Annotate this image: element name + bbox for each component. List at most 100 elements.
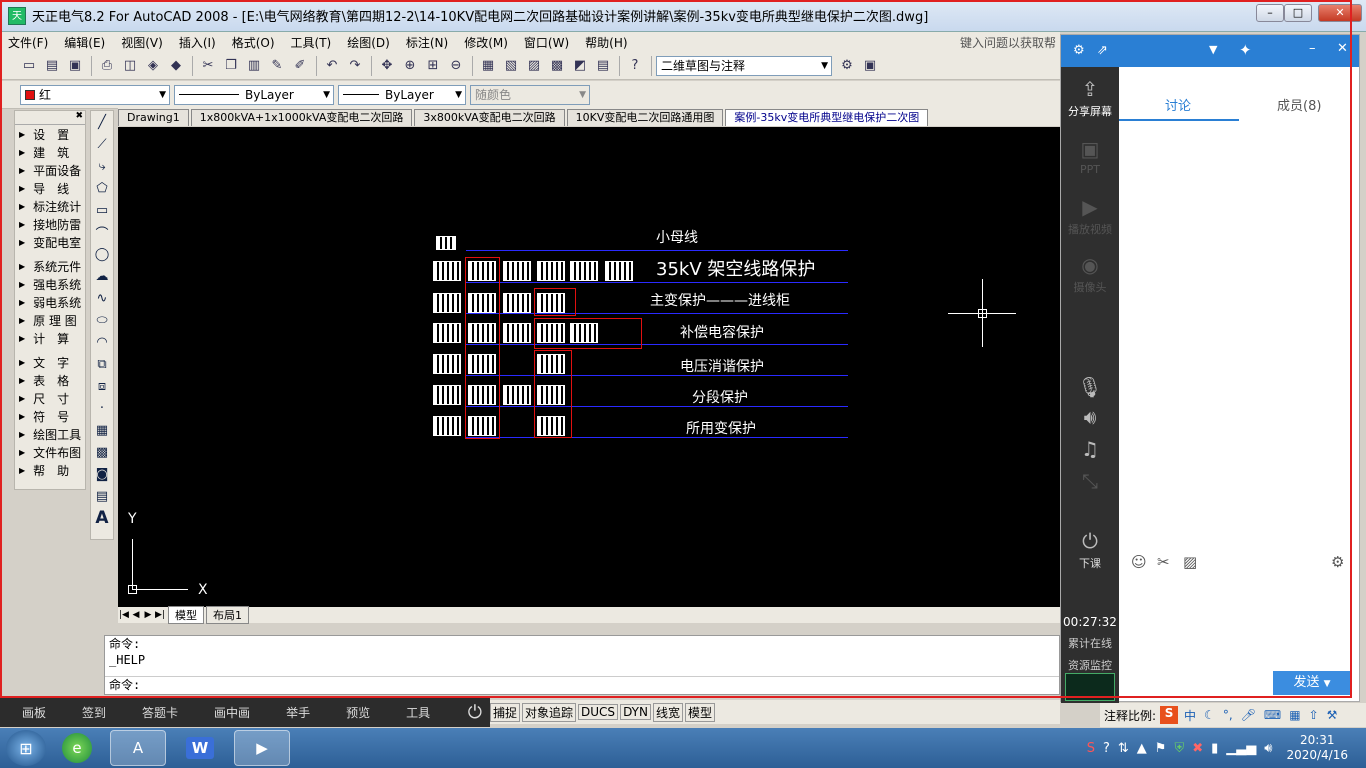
tarch-menu-item[interactable]: ▶ 帮 助: [15, 461, 85, 479]
zoom-window-icon[interactable]: ⊞: [422, 55, 444, 77]
drawing-thumbnail[interactable]: [433, 416, 461, 436]
show-hidden-icons[interactable]: ▲: [1137, 741, 1147, 756]
preview-button[interactable]: 预览: [346, 704, 370, 721]
help-search-input[interactable]: 键入问题以获取帮: [960, 34, 1060, 51]
3d-dwf-icon[interactable]: ◆: [165, 55, 187, 77]
menu-file[interactable]: 文件(F): [0, 34, 56, 51]
gradient-icon[interactable]: ▩: [92, 441, 112, 463]
match-properties-icon[interactable]: ✎: [266, 55, 288, 77]
send-button[interactable]: 发送 ▼: [1273, 671, 1351, 695]
tarch-menu-item[interactable]: ▶ 建 筑: [15, 143, 85, 161]
doc-tab-35kv-active[interactable]: 案例-35kv变电所典型继电保护二次图: [725, 109, 929, 126]
drawing-thumbnail[interactable]: [503, 385, 531, 405]
share-screen-button[interactable]: ⇪ 分享屏幕: [1061, 77, 1119, 119]
tarch-menu-item[interactable]: ▶ 表 格: [15, 371, 85, 389]
markup-icon[interactable]: ◩: [569, 55, 591, 77]
dyn-toggle[interactable]: DYN: [620, 704, 651, 720]
fullscreen-button[interactable]: ⤡: [1061, 469, 1119, 495]
zoom-previous-icon[interactable]: ⊖: [445, 55, 467, 77]
tarch-menu-item[interactable]: ▶ 强电系统: [15, 275, 85, 293]
block-editor-icon[interactable]: ✐: [289, 55, 311, 77]
menu-insert[interactable]: 插入(I): [171, 34, 224, 51]
point-icon[interactable]: ·: [92, 397, 112, 419]
tarch-menu-item[interactable]: ▶ 原 理 图: [15, 311, 85, 329]
dropdown-icon[interactable]: ▼: [1209, 43, 1217, 56]
doc-tab-10kv[interactable]: 10KV变配电二次回路通用图: [566, 109, 724, 126]
copy-icon[interactable]: ❐: [220, 55, 242, 77]
ie-browser-icon[interactable]: e: [62, 733, 92, 763]
classroom-taskbar-icon[interactable]: ▶: [234, 730, 290, 766]
emoji-icon[interactable]: ☺: [1131, 553, 1147, 571]
tab-layout1[interactable]: 布局1: [206, 606, 249, 624]
maximize-button[interactable]: □: [1284, 4, 1312, 22]
answer-card-button[interactable]: 答题卡: [142, 704, 178, 721]
menu-edit[interactable]: 编辑(E): [56, 34, 113, 51]
flag-icon[interactable]: ⚑: [1155, 741, 1167, 756]
ime-upload-icon[interactable]: ⇧: [1309, 708, 1319, 722]
first-tab-icon[interactable]: |◀: [118, 610, 130, 620]
close-button[interactable]: ✕: [1318, 4, 1362, 22]
pin-icon[interactable]: ✦: [1239, 41, 1252, 59]
drawing-thumbnail[interactable]: [433, 323, 461, 343]
ime-chinese-mode[interactable]: 中: [1184, 707, 1196, 724]
line-icon[interactable]: ╱: [92, 111, 112, 133]
sogou-ime-icon[interactable]: S: [1160, 706, 1179, 724]
tab-model[interactable]: 模型: [168, 606, 204, 624]
print-icon[interactable]: ⎙: [96, 55, 118, 77]
help-tray-icon[interactable]: ?: [1103, 741, 1110, 756]
lineweight-select[interactable]: ByLayer ▼: [338, 84, 466, 105]
close-icon[interactable]: ✖: [75, 111, 83, 121]
action-center-icon[interactable]: ✖: [1192, 741, 1203, 756]
plot-preview-icon[interactable]: ◫: [119, 55, 141, 77]
snap-toggle[interactable]: 捕捉: [490, 702, 521, 722]
autocad-taskbar-icon[interactable]: A: [110, 730, 166, 766]
tarch-menu-item[interactable]: ▶ 标注统计: [15, 197, 85, 215]
hatch-icon[interactable]: ▦: [92, 419, 112, 441]
prev-tab-icon[interactable]: ◀: [130, 610, 142, 620]
microphone-button[interactable]: 🎙︎: [1061, 375, 1119, 401]
sign-in-button[interactable]: 签到: [82, 704, 106, 721]
tarch-menu-item[interactable]: ▶ 导 线: [15, 179, 85, 197]
revision-cloud-icon[interactable]: ☁: [92, 265, 112, 287]
tarch-menu-item[interactable]: ▶ 系统元件: [15, 257, 85, 275]
drawing-thumbnail[interactable]: [433, 293, 461, 313]
ime-skin-icon[interactable]: ▦: [1289, 708, 1300, 722]
drawing-thumbnail[interactable]: [436, 236, 456, 250]
design-center-icon[interactable]: ▧: [500, 55, 522, 77]
taskbar-clock[interactable]: 20:31 2020/4/16: [1286, 733, 1348, 763]
menu-tools[interactable]: 工具(T): [283, 34, 340, 51]
drawing-thumbnail[interactable]: [433, 261, 461, 281]
ime-keyboard-icon[interactable]: ⌨: [1264, 708, 1281, 722]
last-tab-icon[interactable]: ▶|: [154, 610, 166, 620]
tarch-menu-item[interactable]: ▶ 接地防雷: [15, 215, 85, 233]
redo-icon[interactable]: ↷: [344, 55, 366, 77]
workspace-select[interactable]: 二维草图与注释 ▼: [656, 55, 832, 76]
volume-icon[interactable]: 🔊︎: [1264, 741, 1272, 756]
drawing-thumbnail[interactable]: [605, 261, 633, 281]
tarch-menu-item[interactable]: ▶ 计 算: [15, 329, 85, 347]
tool-palettes-icon[interactable]: ▨: [523, 55, 545, 77]
tab-discussion[interactable]: 讨论: [1165, 95, 1191, 114]
help-icon[interactable]: ?: [624, 55, 646, 77]
next-tab-icon[interactable]: ▶: [142, 610, 154, 620]
spline-icon[interactable]: ∿: [92, 287, 112, 309]
tarch-menu-item[interactable]: ▶ 文 字: [15, 353, 85, 371]
color-select[interactable]: 红 ▼: [20, 84, 170, 105]
zoom-realtime-icon[interactable]: ⊕: [399, 55, 421, 77]
workspace-settings-icon[interactable]: ⚙: [836, 55, 858, 77]
open-file-icon[interactable]: ▤: [41, 55, 63, 77]
command-window[interactable]: 命令: _HELP 命令:: [104, 635, 1060, 695]
picture-in-picture-button[interactable]: 画中画: [214, 704, 250, 721]
sheet-set-icon[interactable]: ▩: [546, 55, 568, 77]
drawing-thumbnail[interactable]: [503, 323, 531, 343]
music-button[interactable]: ♫: [1061, 437, 1119, 463]
tarch-menu-item[interactable]: ▶ 绘图工具: [15, 425, 85, 443]
arc-icon[interactable]: ⌒: [92, 221, 112, 243]
doc-tab-3x800kva[interactable]: 3x800kVA变配电二次回路: [414, 109, 565, 126]
lineweight-toggle[interactable]: 线宽: [652, 702, 683, 722]
polyline-icon[interactable]: ⤷: [92, 155, 112, 177]
cut-icon[interactable]: ✂: [197, 55, 219, 77]
polygon-icon[interactable]: ⬠: [92, 177, 112, 199]
undo-icon[interactable]: ↶: [321, 55, 343, 77]
pan-icon[interactable]: ✥: [376, 55, 398, 77]
